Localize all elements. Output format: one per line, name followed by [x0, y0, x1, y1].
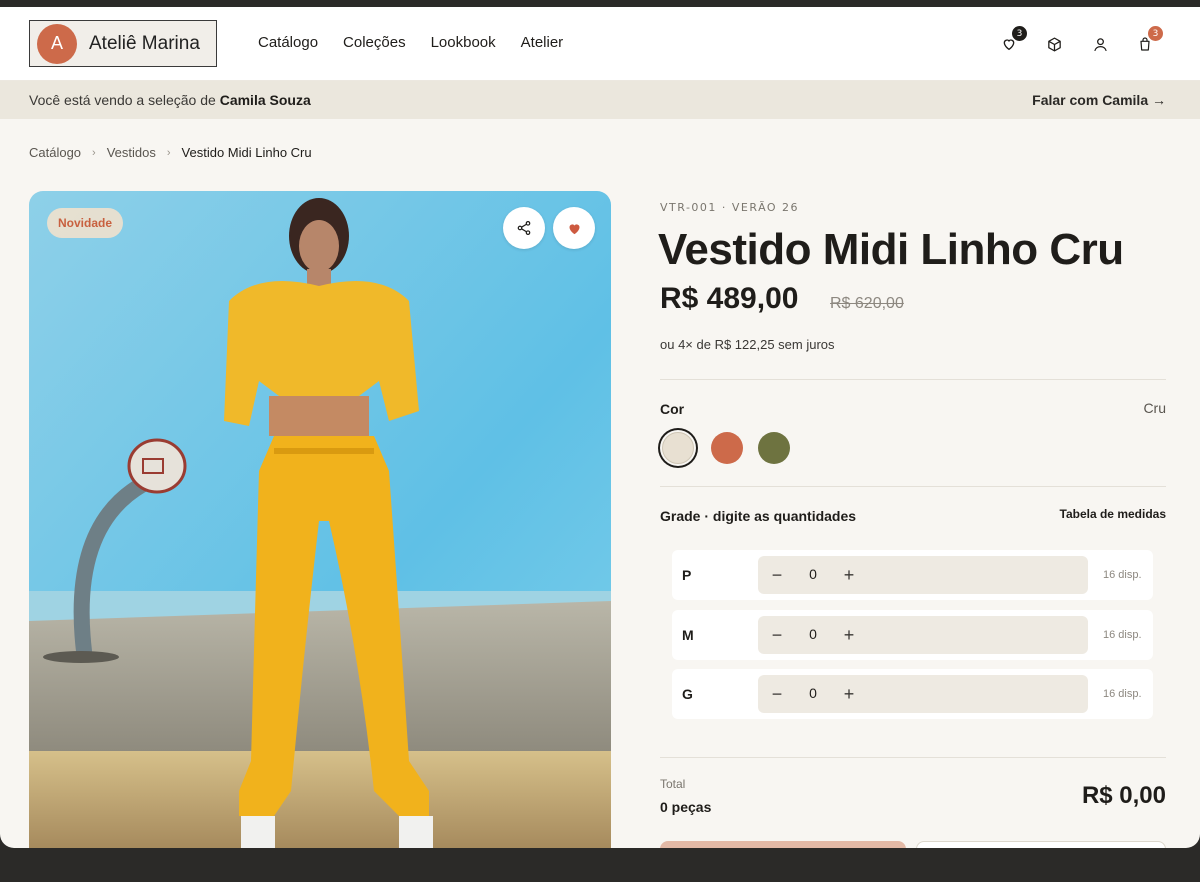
notice-curator-name: Camila Souza: [219, 92, 311, 108]
divider: [660, 379, 1166, 380]
quantity-stepper: − 0 +: [758, 556, 1088, 594]
stock-available: 16 disp.: [1103, 629, 1142, 641]
share-button[interactable]: [503, 207, 545, 249]
quantity-stepper: − 0 +: [758, 675, 1088, 713]
size-label: P: [682, 567, 692, 583]
size-chart-link[interactable]: Tabela de medidas: [1060, 507, 1166, 521]
product-sku: VTR-001 · VERÃO 26: [660, 201, 800, 214]
total-count: 0 peças: [660, 799, 712, 815]
plus-button[interactable]: +: [838, 564, 860, 586]
main-nav: Catálogo Coleções Lookbook Atelier: [258, 34, 588, 51]
size-label: M: [682, 627, 694, 643]
minus-button[interactable]: −: [766, 564, 788, 586]
total-label: Total: [660, 777, 686, 791]
bag-badge: 3: [1148, 26, 1163, 41]
minus-button[interactable]: −: [766, 683, 788, 705]
site-header: A Ateliê Marina Catálogo Coleções Lookbo…: [0, 7, 1200, 81]
nav-item-atelier[interactable]: Atelier: [521, 34, 564, 51]
product-photo-illustration: [29, 191, 611, 848]
box-icon: [1047, 36, 1061, 52]
breadcrumb-current: Vestido Midi Linho Cru: [181, 145, 312, 160]
product-price: R$ 489,00: [660, 282, 799, 315]
swatch-cru[interactable]: [662, 432, 694, 464]
size-label: G: [682, 686, 693, 702]
size-row-g: G − 0 + 16 disp.: [672, 669, 1153, 719]
breadcrumb-catalogo[interactable]: Catálogo: [29, 145, 81, 160]
product-title: Vestido Midi Linho Cru: [658, 225, 1124, 274]
account-button[interactable]: [1090, 34, 1110, 54]
notice-prefix: Você está vendo a seleção de: [29, 92, 216, 108]
size-row-m: M − 0 + 16 disp.: [672, 610, 1153, 660]
quantity-stepper: − 0 +: [758, 616, 1088, 654]
installments-info: ou 4× de R$ 122,25 sem juros: [660, 337, 835, 352]
selected-color-name: Cru: [1143, 400, 1166, 416]
product-image[interactable]: [29, 191, 611, 848]
nav-item-catalogo[interactable]: Catálogo: [258, 34, 318, 51]
favorites-button[interactable]: 3: [999, 26, 1027, 54]
color-label: Cor: [660, 401, 685, 417]
product-old-price: R$ 620,00: [830, 295, 904, 312]
curator-notice-bar: Você está vendo a seleção de Camila Souz…: [0, 81, 1200, 119]
swatch-terracota[interactable]: [711, 432, 743, 464]
divider: [660, 486, 1166, 487]
size-row-p: P − 0 + 16 disp.: [672, 550, 1153, 600]
nav-item-lookbook[interactable]: Lookbook: [431, 34, 496, 51]
add-to-order-button[interactable]: [660, 841, 906, 848]
quantity-value[interactable]: 0: [806, 566, 820, 582]
user-icon: [1093, 37, 1107, 51]
bag-button[interactable]: 3: [1135, 26, 1163, 54]
brand-name: Ateliê Marina: [89, 32, 200, 54]
plus-button[interactable]: +: [838, 624, 860, 646]
stock-available: 16 disp.: [1103, 688, 1142, 700]
breadcrumb-vestidos[interactable]: Vestidos: [107, 145, 156, 160]
breadcrumb: Catálogo › Vestidos › Vestido Midi Linho…: [29, 145, 312, 160]
stock-available: 16 disp.: [1103, 569, 1142, 581]
chevron-right-icon: ›: [166, 146, 171, 159]
novidade-badge: Novidade: [47, 208, 124, 238]
favorites-badge: 3: [1012, 26, 1027, 41]
minus-button[interactable]: −: [766, 624, 788, 646]
total-value: R$ 0,00: [1081, 782, 1166, 809]
secondary-action-button[interactable]: [916, 841, 1166, 848]
chevron-right-icon: ›: [92, 146, 96, 159]
share-icon: [517, 221, 531, 235]
notice-text: Você está vendo a seleção de Camila Souz…: [29, 92, 311, 108]
brand-logo[interactable]: A Ateliê Marina: [29, 20, 217, 67]
nav-item-colecoes[interactable]: Coleções: [343, 34, 406, 51]
grade-label: Grade · digite as quantidades: [660, 508, 857, 524]
brand-avatar: A: [37, 23, 77, 64]
divider: [660, 757, 1166, 758]
swatch-oliva[interactable]: [758, 432, 790, 464]
app-window: A Ateliê Marina Catálogo Coleções Lookbo…: [0, 7, 1200, 848]
heart-filled-icon: [569, 223, 579, 234]
quantity-value[interactable]: 0: [806, 685, 820, 701]
favorite-button[interactable]: [553, 207, 595, 249]
quantity-value[interactable]: 0: [806, 626, 820, 642]
orders-button[interactable]: [1044, 34, 1064, 54]
plus-button[interactable]: +: [838, 683, 860, 705]
contact-curator-link[interactable]: Falar com Camila →: [1032, 92, 1166, 108]
